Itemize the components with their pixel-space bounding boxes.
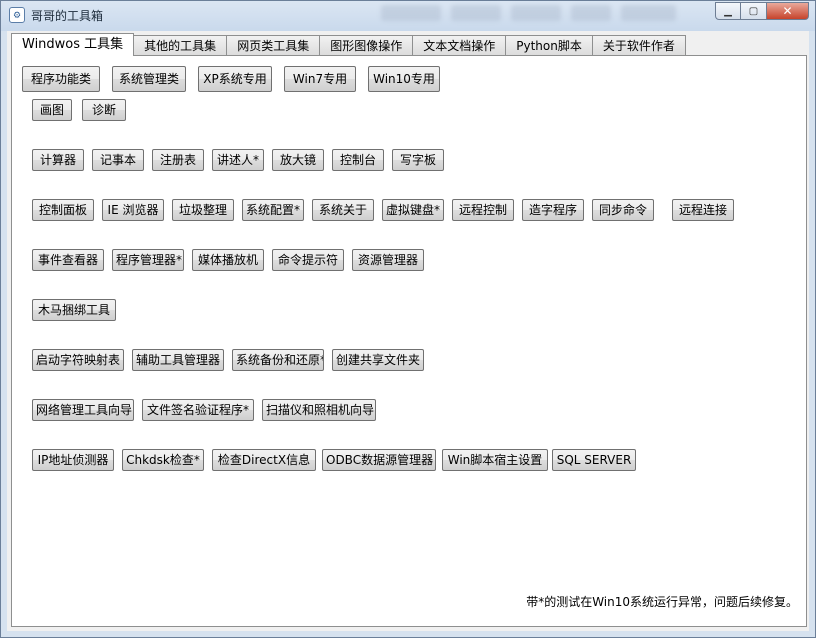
tab-panel-windows-tools: 程序功能类 系统管理类 XP系统专用 Win7专用 Win10专用 画图 诊断 … — [11, 55, 807, 627]
tab-web-tools[interactable]: 网页类工具集 — [226, 35, 321, 55]
scanner-camera-wizard-button[interactable]: 扫描仪和照相机向导 — [262, 399, 376, 421]
win7-button[interactable]: Win7专用 — [284, 66, 356, 92]
odbc-manager-button[interactable]: ODBC数据源管理器 — [322, 449, 436, 471]
tab-other-tools[interactable]: 其他的工具集 — [133, 35, 228, 55]
blurred-background-region — [451, 5, 501, 21]
virtual-keyboard-button[interactable]: 虚拟键盘* — [382, 199, 444, 221]
file-signature-button[interactable]: 文件签名验证程序* — [142, 399, 254, 421]
minimize-icon: ▁ — [724, 5, 732, 17]
tab-windows-tools[interactable]: Windwos 工具集 — [11, 33, 135, 56]
tab-python-scripts[interactable]: Python脚本 — [505, 35, 593, 55]
tab-image-ops[interactable]: 图形图像操作 — [319, 35, 414, 55]
close-icon: ✕ — [782, 4, 793, 18]
ip-detector-button[interactable]: IP地址侦测器 — [32, 449, 114, 471]
directx-check-button[interactable]: 检查DirectX信息 — [212, 449, 316, 471]
blurred-background-region — [381, 5, 441, 21]
diagnostics-button[interactable]: 诊断 — [82, 99, 126, 121]
registry-button[interactable]: 注册表 — [152, 149, 204, 171]
create-share-button[interactable]: 创建共享文件夹 — [332, 349, 424, 371]
ie-browser-button[interactable]: IE 浏览器 — [102, 199, 164, 221]
sync-command-button[interactable]: 同步命令 — [592, 199, 654, 221]
program-manager-button[interactable]: 程序管理器* — [112, 249, 184, 271]
minimize-button[interactable]: ▁ — [715, 2, 741, 20]
tab-about-author[interactable]: 关于软件作者 — [591, 35, 686, 55]
magnifier-button[interactable]: 放大镜 — [272, 149, 324, 171]
system-management-button[interactable]: 系统管理类 — [112, 66, 186, 92]
program-functions-button[interactable]: 程序功能类 — [22, 66, 100, 92]
char-map-button[interactable]: 启动字符映射表 — [32, 349, 124, 371]
command-prompt-button[interactable]: 命令提示符 — [272, 249, 344, 271]
close-button[interactable]: ✕ — [767, 2, 809, 20]
system-about-button[interactable]: 系统关于 — [312, 199, 374, 221]
network-wizard-button[interactable]: 网络管理工具向导 — [32, 399, 134, 421]
media-player-button[interactable]: 媒体播放机 — [192, 249, 264, 271]
system-config-button[interactable]: 系统配置* — [242, 199, 304, 221]
explorer-button[interactable]: 资源管理器 — [352, 249, 424, 271]
tab-text-ops[interactable]: 文本文档操作 — [412, 35, 507, 55]
wordpad-button[interactable]: 写字板 — [392, 149, 444, 171]
char-editor-button[interactable]: 造字程序 — [522, 199, 584, 221]
xp-system-button[interactable]: XP系统专用 — [198, 66, 272, 92]
calculator-button[interactable]: 计算器 — [32, 149, 84, 171]
gear-icon: ⚙ — [9, 7, 25, 23]
utility-manager-button[interactable]: 辅助工具管理器 — [132, 349, 224, 371]
notepad-button[interactable]: 记事本 — [92, 149, 144, 171]
paint-button[interactable]: 画图 — [32, 99, 72, 121]
footer-note: 带*的测试在Win10系统运行异常，问题后续修复。 — [526, 595, 798, 609]
tab-strip: Windwos 工具集 其他的工具集 网页类工具集 图形图像操作 文本文档操作 … — [11, 33, 686, 56]
sql-server-button[interactable]: SQL SERVER — [552, 449, 636, 471]
backup-restore-button[interactable]: 系统备份和还原* — [232, 349, 324, 371]
title-bar[interactable]: ⚙ 哥哥的工具箱 ▁ ▢ ✕ — [1, 1, 815, 31]
trojan-binder-button[interactable]: 木马捆绑工具 — [32, 299, 116, 321]
remote-desktop-button[interactable]: 远程连接 — [672, 199, 734, 221]
narrator-button[interactable]: 讲述人* — [212, 149, 264, 171]
blurred-background-region — [621, 5, 676, 21]
event-viewer-button[interactable]: 事件查看器 — [32, 249, 104, 271]
wsh-settings-button[interactable]: Win脚本宿主设置 — [442, 449, 548, 471]
window-title: 哥哥的工具箱 — [31, 9, 104, 23]
maximize-button[interactable]: ▢ — [741, 2, 767, 20]
main-window: ⚙ 哥哥的工具箱 ▁ ▢ ✕ Windwos 工具集 其他的工具集 网页类工具集… — [0, 0, 816, 638]
chkdsk-button[interactable]: Chkdsk检查* — [122, 449, 204, 471]
maximize-icon: ▢ — [748, 5, 759, 17]
win10-button[interactable]: Win10专用 — [368, 66, 440, 92]
disk-cleanup-button[interactable]: 垃圾整理 — [172, 199, 234, 221]
console-button[interactable]: 控制台 — [332, 149, 384, 171]
control-panel-button[interactable]: 控制面板 — [32, 199, 94, 221]
window-controls: ▁ ▢ ✕ — [715, 2, 809, 22]
remote-control-button[interactable]: 远程控制 — [452, 199, 514, 221]
client-area: Windwos 工具集 其他的工具集 网页类工具集 图形图像操作 文本文档操作 … — [7, 31, 809, 631]
blurred-background-region — [511, 5, 561, 21]
blurred-background-region — [571, 5, 611, 21]
